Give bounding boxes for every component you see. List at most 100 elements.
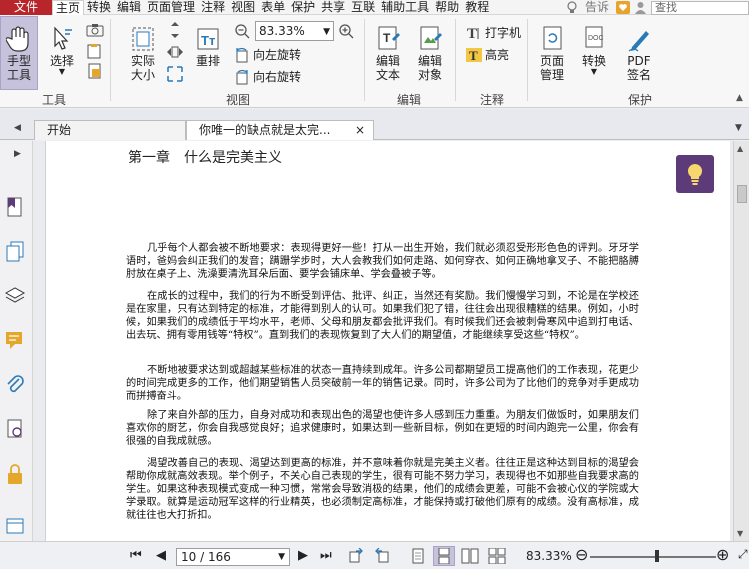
- edit-group-label: 编辑: [396, 93, 421, 107]
- menu-file[interactable]: 文件: [0, 0, 52, 15]
- paste-icon[interactable]: [86, 63, 104, 79]
- attachment-icon[interactable]: [3, 372, 27, 396]
- chevron-down-icon: ▼: [58, 67, 66, 76]
- search-input[interactable]: 查找: [651, 0, 749, 15]
- menu-accessibility[interactable]: 辅助工具: [378, 0, 432, 15]
- tab-start[interactable]: 开始: [34, 120, 186, 140]
- rotate-left-label: 向左旋转: [253, 48, 302, 62]
- convert-label: 转换: [581, 54, 606, 68]
- chapter-title: 第一章 什么是完美主义: [128, 150, 282, 166]
- menu-help[interactable]: 帮助: [432, 0, 462, 15]
- lightbulb-icon[interactable]: [676, 155, 714, 193]
- typewriter-label: 打字机: [485, 26, 522, 40]
- tabs-scroll-left-icon[interactable]: ◀: [14, 123, 21, 133]
- facing-pages-icon[interactable]: [461, 548, 479, 564]
- next-page-icon[interactable]: ▶: [298, 548, 308, 563]
- camera-icon[interactable]: [86, 23, 104, 37]
- next-view-icon[interactable]: [374, 548, 390, 564]
- tab-document[interactable]: 你唯一的缺点就是太完... ×: [186, 120, 374, 140]
- convert-button[interactable]: DOC 转换 ▼: [576, 24, 612, 76]
- scroll-up-icon[interactable]: ▲: [737, 144, 743, 153]
- menu-share[interactable]: 共享: [318, 0, 348, 15]
- page-number-input[interactable]: 10 / 166 ▼: [176, 548, 290, 566]
- convert-icon: DOC: [579, 24, 609, 54]
- rotate-left-button[interactable]: 向左旋转: [234, 46, 301, 63]
- chevron-down-icon: ▼: [278, 552, 285, 562]
- actual-size-icon: [128, 24, 158, 54]
- user-icon[interactable]: [634, 1, 647, 14]
- menu-tutorial[interactable]: 教程: [462, 0, 492, 15]
- document-view[interactable]: 第一章 什么是完美主义 几乎每个人都会被不断地要求：表现得更好一些！打从一出生开…: [33, 141, 733, 541]
- scroll-down-icon[interactable]: ▼: [737, 529, 743, 538]
- zoom-out-icon[interactable]: ⊖: [575, 545, 588, 564]
- menu-page-manage[interactable]: 页面管理: [144, 0, 198, 15]
- single-page-icon[interactable]: [411, 548, 425, 564]
- page-manage-button[interactable]: 页面 管理: [532, 24, 572, 82]
- heart-icon[interactable]: [616, 1, 630, 14]
- bookmark-icon[interactable]: [3, 195, 27, 219]
- pdf-sign-label: PDF 签名: [626, 54, 651, 82]
- lock-icon[interactable]: [3, 462, 27, 486]
- status-bar: ⏮ ◀ 10 / 166 ▼ ▶ ⏭ 83.33% ⊖ ⊕ ⤢: [0, 541, 749, 569]
- menu-edit[interactable]: 编辑: [114, 0, 144, 15]
- edit-object-button[interactable]: 编辑 对象: [410, 24, 450, 82]
- pages-icon[interactable]: [3, 239, 27, 263]
- last-page-icon[interactable]: ⏭: [320, 548, 332, 563]
- ribbon-collapse-icon[interactable]: ▲: [736, 93, 743, 103]
- close-icon[interactable]: ×: [355, 121, 365, 140]
- menu-home[interactable]: 主页: [52, 0, 85, 15]
- reflow-button[interactable]: Tт 重排: [190, 24, 226, 68]
- svg-text:DOC: DOC: [588, 35, 604, 42]
- lightbulb-icon[interactable]: [566, 1, 578, 14]
- expand-panel-icon[interactable]: ▶: [14, 149, 21, 159]
- paragraph: 除了来自外部的压力，自身对成功和表现出色的渴望也使许多人感到压力重重。为朋友们做…: [126, 410, 639, 447]
- clipboard-icon[interactable]: [86, 43, 104, 59]
- vertical-scrollbar[interactable]: ▲ ▼: [733, 141, 749, 541]
- document-tabs: ◀ 开始 你唯一的缺点就是太完... × ▼: [0, 109, 749, 140]
- highlight-icon: T: [466, 47, 482, 63]
- zoom-slider[interactable]: [590, 556, 716, 558]
- page-number: 10 / 166: [181, 550, 231, 564]
- prev-page-icon[interactable]: ◀: [156, 548, 166, 563]
- menu-connect[interactable]: 互联: [348, 0, 378, 15]
- view-group-label: 视图: [225, 93, 250, 107]
- edit-text-button[interactable]: T 编辑 文本: [370, 24, 406, 82]
- zoom-in-icon[interactable]: [338, 23, 354, 39]
- menu-form[interactable]: 表单: [258, 0, 288, 15]
- menu-view[interactable]: 视图: [228, 0, 258, 15]
- form-fields-icon[interactable]: [3, 513, 27, 537]
- first-page-icon[interactable]: ⏮: [130, 548, 142, 563]
- menu-protect[interactable]: 保护: [288, 0, 318, 15]
- paragraph: 渴望改善自己的表现、渴望达到更高的标准，并不意味着你就是完美主义者。往往正是这种…: [126, 458, 639, 521]
- rotate-right-label: 向右旋转: [253, 70, 302, 84]
- fullscreen-icon[interactable]: ⤢: [738, 547, 748, 562]
- menu-bar: 文件 主页 转换 编辑 页面管理 注释 视图 表单 保护 共享 互联 辅助工具 …: [0, 0, 749, 15]
- menu-comment[interactable]: 注释: [198, 0, 228, 15]
- fit-page-icon[interactable]: [166, 21, 184, 39]
- tell-me-label[interactable]: 告诉: [582, 0, 612, 15]
- highlight-button[interactable]: T 高亮: [466, 46, 509, 63]
- continuous-facing-icon[interactable]: [488, 548, 506, 564]
- comments-icon[interactable]: [3, 328, 27, 352]
- select-button[interactable]: 选择 ▼: [44, 24, 80, 76]
- zoom-slider-handle[interactable]: [655, 550, 659, 562]
- zoom-out-icon[interactable]: [234, 23, 250, 39]
- hand-tool-content: 手型 工具: [1, 24, 37, 82]
- chevron-down-icon: ▼: [323, 27, 330, 37]
- fit-width-icon[interactable]: [166, 43, 184, 61]
- rotate-right-button[interactable]: 向右旋转: [234, 68, 301, 85]
- actual-size-button[interactable]: 实际 大小: [123, 24, 163, 82]
- pdf-sign-button[interactable]: PDF 签名: [620, 24, 658, 82]
- signature-panel-icon[interactable]: [3, 417, 27, 441]
- tabs-menu-icon[interactable]: ▼: [735, 123, 742, 133]
- tools-group-label: 工具: [41, 93, 66, 107]
- typewriter-button[interactable]: T 打字机: [466, 24, 521, 41]
- menu-convert[interactable]: 转换: [84, 0, 114, 15]
- previous-view-icon[interactable]: [348, 548, 364, 564]
- comment-group-label: 注释: [479, 93, 504, 107]
- fit-visible-icon[interactable]: [166, 65, 184, 83]
- layers-icon[interactable]: [3, 283, 27, 307]
- scroll-thumb[interactable]: [737, 185, 747, 203]
- zoom-in-icon[interactable]: ⊕: [716, 545, 729, 564]
- zoom-select[interactable]: 83.33% ▼: [255, 21, 334, 41]
